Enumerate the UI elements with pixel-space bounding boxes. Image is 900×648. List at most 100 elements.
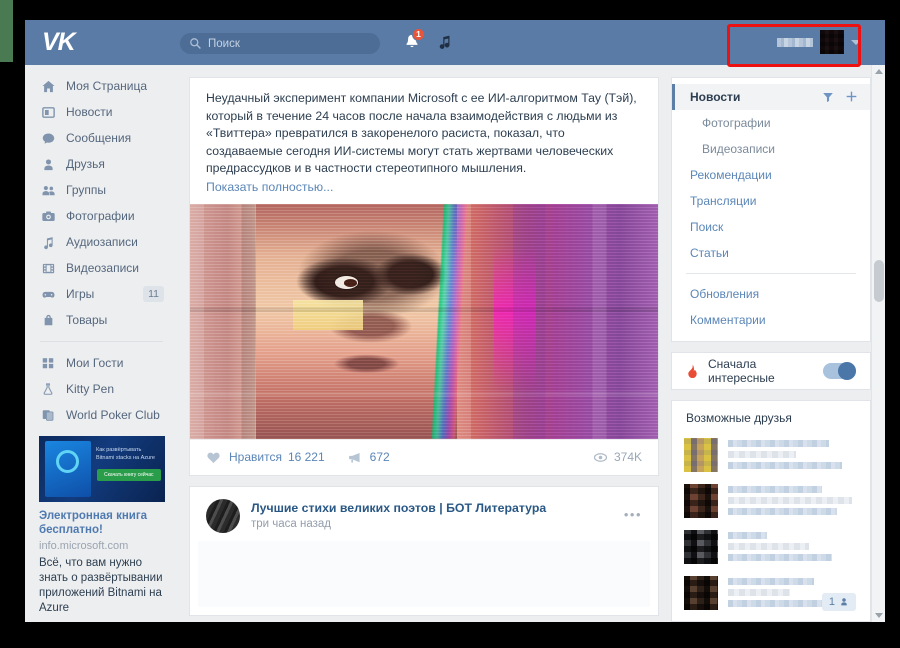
sidebar-advertisement[interactable]: Как развёртывать Bitnami stacks на Azure… (25, 428, 177, 622)
ad-description: Всё, что вам нужно знать о развёртывании… (39, 557, 163, 614)
post-author[interactable]: Лучшие стихи великих поэтов | БОТ Литера… (251, 500, 546, 516)
sidebar-item-audio[interactable]: Аудиозаписи (25, 229, 177, 255)
avatar[interactable] (206, 498, 240, 533)
avatar (684, 530, 718, 564)
rs-item-label: Трансляции (690, 194, 757, 208)
sidebar-item-kitty-pen[interactable]: Kitty Pen (25, 376, 177, 402)
news-feed: Неудачный эксперимент компании Microsoft… (189, 65, 659, 622)
sidebar-item-label: Фотографии (66, 209, 135, 223)
rs-item-videos[interactable]: Видеозаписи (672, 136, 870, 162)
person-icon (839, 597, 849, 607)
search-icon (189, 37, 202, 50)
vk-logo[interactable]: VK (42, 29, 92, 56)
sidebar-item-label: Мои Гости (66, 356, 124, 370)
vk-page: VK Поиск 1 Моя Страница Новости Сообщени… (25, 20, 885, 622)
sidebar-item-label: Аудиозаписи (66, 235, 138, 249)
video-icon (40, 260, 56, 276)
sidebar-item-games[interactable]: Игры 11 (25, 281, 177, 307)
share-button[interactable]: 672 (347, 450, 390, 465)
feed-filter-menu: Новости Фотографии Видеозаписи Рекоменда… (671, 77, 871, 342)
user-profile-menu[interactable] (777, 30, 861, 54)
rs-item-label: Поиск (690, 220, 724, 234)
rs-item-comments[interactable]: Комментарии (672, 307, 870, 333)
rs-item-search[interactable]: Поиск (672, 214, 870, 240)
left-sidebar: Моя Страница Новости Сообщения Друзья Гр… (25, 65, 177, 622)
feed-post: Неудачный эксперимент компании Microsoft… (189, 77, 659, 476)
interesting-first-switch[interactable] (822, 362, 857, 380)
rs-item-label: Рекомендации (690, 168, 772, 182)
rs-item-label: Видеозаписи (702, 142, 776, 156)
rs-item-label: Обновления (690, 287, 760, 301)
sidebar-item-label: Сообщения (66, 131, 132, 145)
sidebar-item-video[interactable]: Видеозаписи (25, 255, 177, 281)
flask-icon (40, 381, 56, 397)
like-button[interactable]: Нравится 16 221 (206, 450, 325, 465)
rs-item-recommendations[interactable]: Рекомендации (672, 162, 870, 188)
rs-item-articles[interactable]: Статьи (672, 240, 870, 266)
view-count: 374K (613, 450, 642, 464)
share-count: 672 (369, 450, 390, 464)
friend-requests-badge[interactable]: 1 (821, 593, 856, 611)
screenshot-frame: VK Поиск 1 Моя Страница Новости Сообщени… (0, 0, 900, 648)
avatar (684, 484, 718, 518)
sidebar-item-label: Моя Страница (66, 79, 148, 93)
list-item-text-blur (728, 438, 858, 473)
message-icon (40, 130, 56, 146)
filter-icon[interactable] (822, 91, 834, 103)
gamepad-icon (40, 286, 56, 302)
sidebar-item-friends[interactable]: Друзья (25, 151, 177, 177)
ad-book-graphic (45, 441, 91, 497)
search-input[interactable]: Поиск (180, 33, 380, 54)
scroll-down-arrow[interactable] (875, 613, 883, 618)
sidebar-item-groups[interactable]: Группы (25, 177, 177, 203)
rs-item-broadcasts[interactable]: Трансляции (672, 188, 870, 214)
list-item[interactable] (672, 525, 870, 571)
list-item[interactable] (672, 479, 870, 525)
show-more-link[interactable]: Показать полностью... (190, 178, 658, 204)
avatar (684, 438, 718, 472)
post-image[interactable] (190, 203, 658, 439)
music-note-icon[interactable] (435, 32, 457, 54)
sidebar-item-world-poker-club[interactable]: World Poker Club (25, 402, 177, 428)
post-menu-button[interactable]: ••• (624, 507, 642, 522)
sidebar-item-photos[interactable]: Фотографии (25, 203, 177, 229)
rs-item-news[interactable]: Новости (672, 84, 870, 110)
sidebar-item-label: Игры (66, 287, 95, 301)
ad-title[interactable]: Электронная книга бесплатно! (39, 509, 165, 537)
ad-banner-button[interactable]: Скачать книгу сейчас (97, 469, 161, 481)
rs-item-updates[interactable]: Обновления (672, 281, 870, 307)
plus-icon[interactable] (845, 90, 858, 103)
news-icon (40, 104, 56, 120)
feed-post: Лучшие стихи великих поэтов | БОТ Литера… (189, 485, 659, 616)
search-placeholder: Поиск (208, 37, 240, 50)
scroll-up-arrow[interactable] (875, 69, 883, 74)
grid-icon (40, 355, 56, 371)
top-header-bar: VK Поиск 1 (25, 20, 885, 65)
ad-domain: info.microsoft.com (39, 540, 129, 552)
sidebar-item-my-guests[interactable]: Мои Гости (25, 350, 177, 376)
music-note-icon (40, 234, 56, 250)
post-text: Неудачный эксперимент компании Microsoft… (206, 91, 637, 175)
user-name-masked (777, 37, 813, 47)
like-label: Нравится (229, 450, 282, 464)
page-scrollbar[interactable] (871, 65, 885, 622)
post-body-placeholder (198, 540, 650, 607)
ad-banner-image[interactable]: Как развёртывать Bitnami stacks на Azure… (39, 436, 165, 502)
sidebar-item-goods[interactable]: Товары (25, 307, 177, 333)
scrollbar-thumb[interactable] (874, 260, 884, 302)
rs-item-photos[interactable]: Фотографии (672, 110, 870, 136)
notifications-badge: 1 (412, 28, 425, 41)
sidebar-divider (40, 341, 163, 342)
sidebar-item-news[interactable]: Новости (25, 99, 177, 125)
eye-icon (593, 450, 608, 465)
friend-requests-count: 1 (828, 596, 835, 608)
list-item[interactable] (672, 433, 870, 479)
sidebar-item-label: Товары (66, 313, 108, 327)
suggested-friends-block: Возможные друзья 1 (671, 400, 871, 622)
sidebar-item-label: World Poker Club (66, 408, 160, 422)
sidebar-item-messages[interactable]: Сообщения (25, 125, 177, 151)
flame-icon (686, 364, 699, 378)
menu-actions (822, 90, 858, 103)
sidebar-item-my-page[interactable]: Моя Страница (25, 73, 177, 99)
notifications-button[interactable]: 1 (402, 28, 425, 54)
